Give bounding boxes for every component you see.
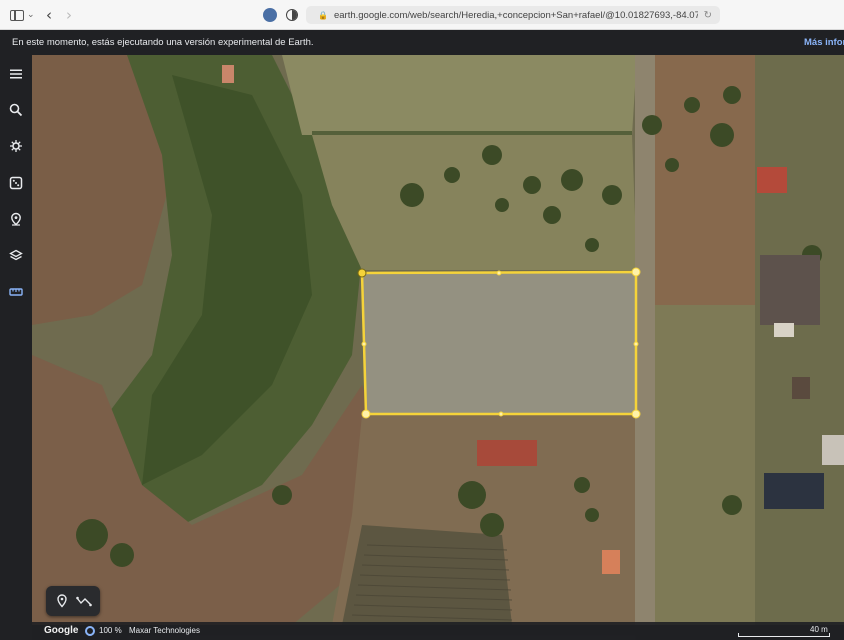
reload-icon[interactable]: ↻ xyxy=(704,10,712,21)
forward-arrow-icon[interactable]: › xyxy=(66,6,72,24)
notice-text: En este momento, estás ejecutando una ve… xyxy=(12,37,314,48)
chevron-down-icon[interactable]: ⌄ xyxy=(27,7,35,23)
map-viewport[interactable] xyxy=(32,55,844,625)
search-icon[interactable] xyxy=(4,98,28,122)
zoom-indicator-icon[interactable] xyxy=(85,626,95,636)
url-text: earth.google.com/web/search/Heredia,+con… xyxy=(333,9,698,21)
back-arrow-icon[interactable]: ‹ xyxy=(46,6,52,24)
learn-more-link[interactable]: Más inform xyxy=(804,37,844,48)
path-icon[interactable] xyxy=(76,593,92,609)
left-rail xyxy=(0,55,32,640)
experimental-notice: En este momento, estás ejecutando una ve… xyxy=(0,30,844,55)
measure-icon[interactable] xyxy=(4,280,28,304)
zoom-level: 100 % xyxy=(99,626,122,635)
projects-icon[interactable] xyxy=(4,207,28,231)
place-marker-icon[interactable] xyxy=(54,593,70,609)
browser-toolbar: ⌄ ‹ › 🔒 earth.google.com/web/search/Here… xyxy=(0,0,844,30)
extension-icon[interactable] xyxy=(263,8,277,22)
address-bar[interactable]: 🔒 earth.google.com/web/search/Heredia,+c… xyxy=(306,6,720,24)
lock-icon: 🔒 xyxy=(318,10,328,20)
map-style-icon[interactable] xyxy=(4,244,28,268)
imagery-attribution: Maxar Technologies xyxy=(129,626,201,635)
scale-bar xyxy=(738,633,830,637)
status-bar: Google 100 % Maxar Technologies 40 m xyxy=(32,622,844,640)
menu-icon[interactable] xyxy=(4,62,28,86)
measurement-tools-panel xyxy=(46,586,100,616)
voyager-icon[interactable] xyxy=(4,134,28,158)
sidebar-toggle-icon[interactable] xyxy=(10,10,24,21)
feeling-lucky-icon[interactable] xyxy=(4,171,28,195)
privacy-icon[interactable] xyxy=(286,9,298,21)
google-logo: Google xyxy=(44,625,79,636)
satellite-imagery xyxy=(32,55,844,625)
